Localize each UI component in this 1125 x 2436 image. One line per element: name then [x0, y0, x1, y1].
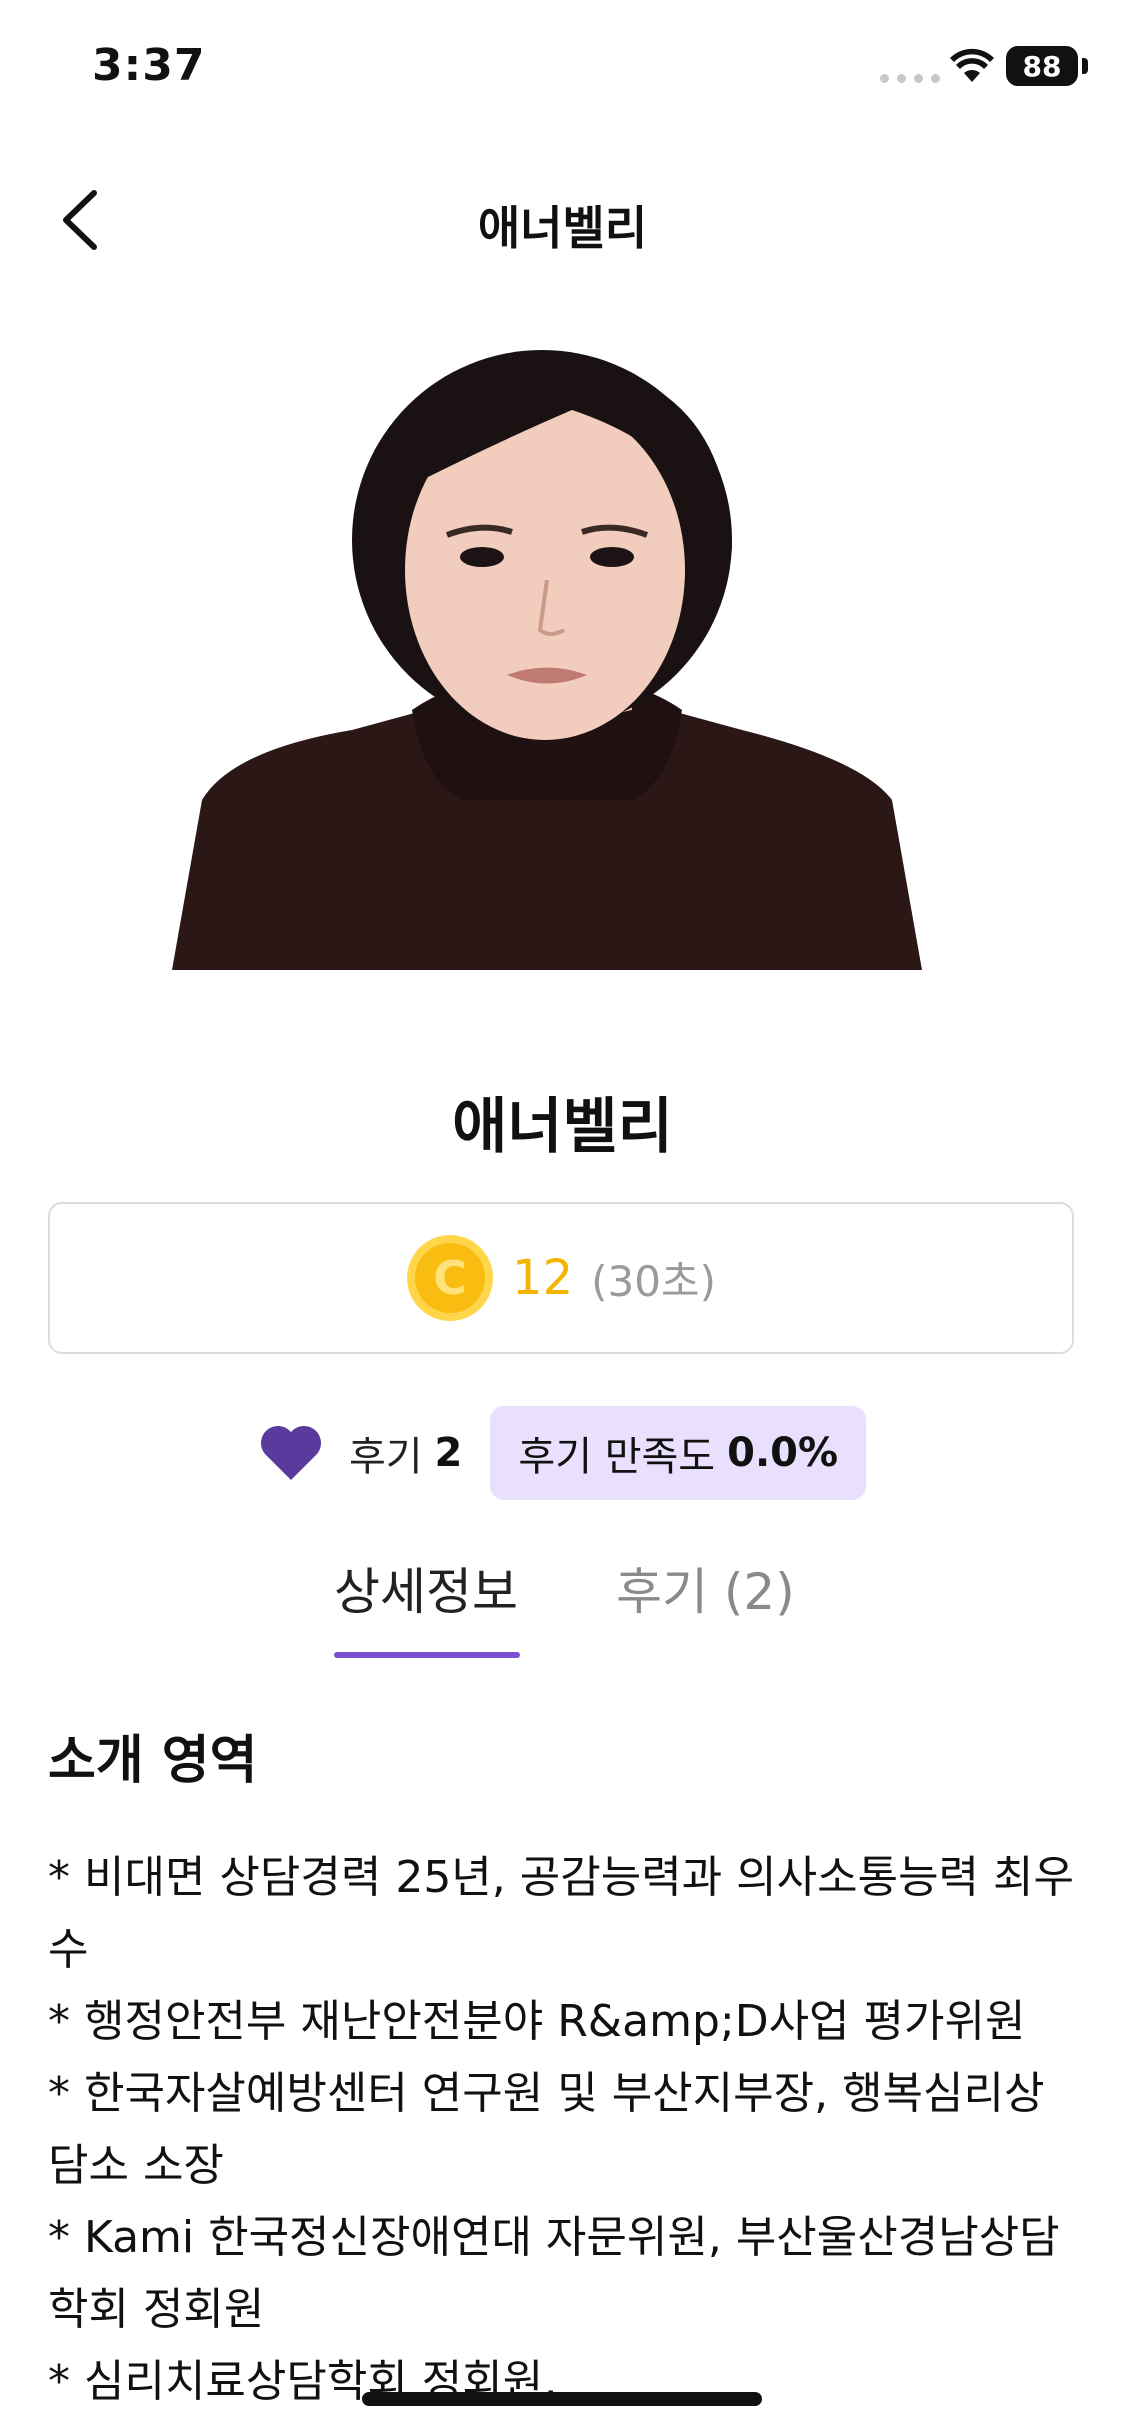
- counselor-profile-photo: [172, 330, 922, 970]
- review-summary: 후기 2 후기 만족도 0.0%: [0, 1406, 1125, 1500]
- intro-text: * 비대면 상담경력 25년, 공감능력과 의사소통능력 최우수 * 행정안전부…: [48, 1842, 1078, 2418]
- price-box: C 12 (30초): [48, 1202, 1074, 1354]
- intro-line: * 비대면 상담경력 25년, 공감능력과 의사소통능력 최우수: [48, 1852, 1074, 1975]
- heart-icon: [260, 1425, 321, 1480]
- satisfaction-badge: 후기 만족도 0.0%: [490, 1406, 867, 1500]
- active-tab-indicator: [334, 1652, 520, 1658]
- status-time: 3:37: [92, 40, 206, 91]
- review-label: 후기: [348, 1434, 423, 1480]
- satisfaction-value: 0.0%: [727, 1430, 839, 1476]
- battery-icon: 88: [1006, 46, 1078, 86]
- coin-letter: C: [433, 1251, 467, 1305]
- price-amount: 12: [512, 1250, 574, 1306]
- intro-heading: 소개 영역: [48, 1731, 258, 1791]
- wifi-icon: [950, 48, 994, 82]
- battery-level: 88: [1022, 49, 1062, 83]
- intro-line: * 한국자살예방센터 연구원 및 부산지부장, 행복심리상담소 소장: [48, 2068, 1045, 2191]
- intro-line: * 행정안전부 재난안전분야 R&amp;D사업 평가위원: [48, 1996, 1026, 2047]
- page-title: 애너벨리: [477, 201, 648, 255]
- tab-reviews[interactable]: 후기 (2): [616, 1552, 795, 1624]
- intro-line: * Kami 한국정신장애연대 자문위원, 부산울산경남상담학회 정회원: [48, 2212, 1060, 2335]
- home-indicator: [362, 2392, 762, 2406]
- nav-bar: 애너벨리: [0, 170, 1125, 270]
- tab-bar: 상세정보 후기 (2): [0, 1552, 1125, 1660]
- review-count: 2: [434, 1430, 463, 1476]
- satisfaction-label: 후기 만족도: [518, 1434, 716, 1480]
- battery-cap: [1082, 58, 1088, 74]
- cellular-signal-icon: [880, 74, 940, 83]
- counselor-name: 애너벨리: [452, 1092, 673, 1162]
- intro-line: * 심리치료상담학회 정회원,: [48, 2356, 558, 2407]
- coin-icon: C: [407, 1235, 494, 1321]
- status-bar: 3:37 88: [0, 0, 1125, 140]
- price-unit: (30초): [591, 1256, 716, 1306]
- tab-details[interactable]: 상세정보: [334, 1552, 518, 1624]
